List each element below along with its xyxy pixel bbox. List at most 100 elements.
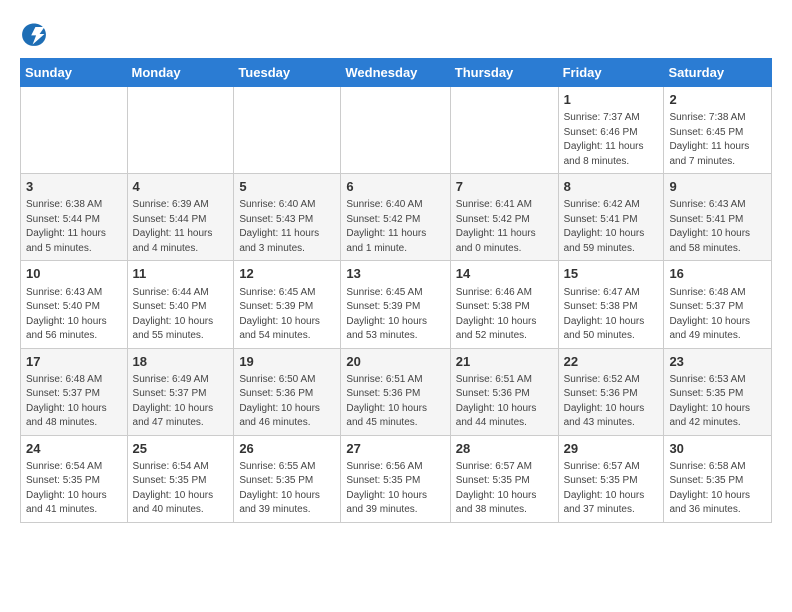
day-info: Sunrise: 6:44 AM Sunset: 5:40 PM Dayligh…	[133, 286, 229, 344]
calendar-cell	[341, 87, 450, 174]
calendar-cell: 24Sunrise: 6:54 AM Sunset: 5:35 PM Dayli…	[21, 435, 128, 522]
day-info: Sunrise: 6:46 AM Sunset: 5:38 PM Dayligh…	[456, 286, 553, 344]
day-info: Sunrise: 6:58 AM Sunset: 5:35 PM Dayligh…	[669, 460, 766, 518]
calendar-cell: 1 Sunrise: 7:37 AM Sunset: 6:46 PM Daylig…	[558, 87, 664, 174]
day-info: Sunrise: 6:53 AM Sunset: 5:35 PM Dayligh…	[669, 373, 766, 431]
day-info: Sunrise: 7:37 AM Sunset: 6:46 PM Dayligh…	[564, 111, 659, 169]
day-number: 2	[669, 91, 766, 109]
day-info: Sunrise: 6:56 AM Sunset: 5:35 PM Dayligh…	[346, 460, 444, 518]
logo	[20, 20, 54, 48]
weekday-header-monday: Monday	[127, 59, 234, 87]
day-info: Sunrise: 6:48 AM Sunset: 5:37 PM Dayligh…	[669, 286, 766, 344]
day-info: Sunrise: 6:57 AM Sunset: 5:35 PM Dayligh…	[456, 460, 553, 518]
weekday-header-saturday: Saturday	[664, 59, 772, 87]
calendar-cell: 6 Sunrise: 6:40 AM Sunset: 5:42 PM Daylig…	[341, 174, 450, 261]
day-number: 8	[564, 178, 659, 196]
calendar-cell: 19Sunrise: 6:50 AM Sunset: 5:36 PM Dayli…	[234, 348, 341, 435]
day-number: 11	[133, 265, 229, 283]
calendar-cell: 11 Sunrise: 6:44 AM Sunset: 5:40 PM Dayli…	[127, 261, 234, 348]
day-number: 27	[346, 440, 444, 458]
day-number: 16	[669, 265, 766, 283]
calendar-cell: 16 Sunrise: 6:48 AM Sunset: 5:37 PM Dayli…	[664, 261, 772, 348]
calendar-cell: 26 Sunrise: 6:55 AM Sunset: 5:35 PM Dayli…	[234, 435, 341, 522]
day-info: Sunrise: 6:45 AM Sunset: 5:39 PM Dayligh…	[239, 286, 335, 344]
calendar-cell: 12 Sunrise: 6:45 AM Sunset: 5:39 PM Dayli…	[234, 261, 341, 348]
day-number: 3	[26, 178, 122, 196]
day-info: Sunrise: 6:39 AM Sunset: 5:44 PM Dayligh…	[133, 198, 229, 256]
calendar-cell: 22 Sunrise: 6:52 AM Sunset: 5:36 PM Dayli…	[558, 348, 664, 435]
day-number: 10	[26, 265, 122, 283]
weekday-header-tuesday: Tuesday	[234, 59, 341, 87]
weekday-header-wednesday: Wednesday	[341, 59, 450, 87]
day-info: Sunrise: 6:54 AM Sunset: 5:35 PM Dayligh…	[133, 460, 229, 518]
day-number: 7	[456, 178, 553, 196]
weekday-header-row: SundayMondayTuesdayWednesdayThursdayFrid…	[21, 59, 772, 87]
day-info: Sunrise: 6:51 AM Sunset: 5:36 PM Dayligh…	[456, 373, 553, 431]
day-number: 18	[133, 353, 229, 371]
calendar-cell	[21, 87, 128, 174]
calendar-cell: 25 Sunrise: 6:54 AM Sunset: 5:35 PM Dayli…	[127, 435, 234, 522]
calendar-cell: 13 Sunrise: 6:45 AM Sunset: 5:39 PM Dayli…	[341, 261, 450, 348]
day-number: 6	[346, 178, 444, 196]
calendar-week-4: 17 Sunrise: 6:48 AM Sunset: 5:37 PM Dayli…	[21, 348, 772, 435]
day-info: Sunrise: 6:41 AM Sunset: 5:42 PM Dayligh…	[456, 198, 553, 256]
day-number: 17	[26, 353, 122, 371]
day-info: Sunrise: 6:51 AM Sunset: 5:36 PM Dayligh…	[346, 373, 444, 431]
day-number: 22	[564, 353, 659, 371]
day-number: 13	[346, 265, 444, 283]
day-info: Sunrise: 6:49 AM Sunset: 5:37 PM Dayligh…	[133, 373, 229, 431]
calendar-cell: 18 Sunrise: 6:49 AM Sunset: 5:37 PM Dayli…	[127, 348, 234, 435]
day-number: 29	[564, 440, 659, 458]
weekday-header-friday: Friday	[558, 59, 664, 87]
calendar-cell: 2 Sunrise: 7:38 AM Sunset: 6:45 PM Daylig…	[664, 87, 772, 174]
calendar-cell: 14Sunrise: 6:46 AM Sunset: 5:38 PM Dayli…	[450, 261, 558, 348]
calendar-cell: 10 Sunrise: 6:43 AM Sunset: 5:40 PM Dayli…	[21, 261, 128, 348]
day-number: 1	[564, 91, 659, 109]
day-number: 12	[239, 265, 335, 283]
weekday-header-sunday: Sunday	[21, 59, 128, 87]
calendar-cell: 29 Sunrise: 6:57 AM Sunset: 5:35 PM Dayli…	[558, 435, 664, 522]
calendar-cell: 7 Sunrise: 6:41 AM Sunset: 5:42 PM Daylig…	[450, 174, 558, 261]
calendar-week-3: 10 Sunrise: 6:43 AM Sunset: 5:40 PM Dayli…	[21, 261, 772, 348]
day-info: Sunrise: 6:43 AM Sunset: 5:40 PM Dayligh…	[26, 286, 122, 344]
calendar-cell: 3 Sunrise: 6:38 AM Sunset: 5:44 PM Daylig…	[21, 174, 128, 261]
calendar-cell	[127, 87, 234, 174]
calendar-table: SundayMondayTuesdayWednesdayThursdayFrid…	[20, 58, 772, 523]
day-number: 19	[239, 353, 335, 371]
day-info: Sunrise: 6:48 AM Sunset: 5:37 PM Dayligh…	[26, 373, 122, 431]
calendar-cell: 27 Sunrise: 6:56 AM Sunset: 5:35 PM Dayli…	[341, 435, 450, 522]
day-info: Sunrise: 6:43 AM Sunset: 5:41 PM Dayligh…	[669, 198, 766, 256]
day-info: Sunrise: 6:54 AM Sunset: 5:35 PM Dayligh…	[26, 460, 122, 518]
day-info: Sunrise: 6:52 AM Sunset: 5:36 PM Dayligh…	[564, 373, 659, 431]
day-info: Sunrise: 6:42 AM Sunset: 5:41 PM Dayligh…	[564, 198, 659, 256]
day-number: 30	[669, 440, 766, 458]
calendar-week-2: 3 Sunrise: 6:38 AM Sunset: 5:44 PM Daylig…	[21, 174, 772, 261]
logo-icon	[20, 20, 48, 48]
day-number: 9	[669, 178, 766, 196]
day-number: 26	[239, 440, 335, 458]
calendar-cell: 9 Sunrise: 6:43 AM Sunset: 5:41 PM Daylig…	[664, 174, 772, 261]
day-info: Sunrise: 6:40 AM Sunset: 5:42 PM Dayligh…	[346, 198, 444, 256]
calendar-cell: 15Sunrise: 6:47 AM Sunset: 5:38 PM Dayli…	[558, 261, 664, 348]
day-info: Sunrise: 6:57 AM Sunset: 5:35 PM Dayligh…	[564, 460, 659, 518]
page-header	[20, 20, 772, 48]
calendar-week-5: 24Sunrise: 6:54 AM Sunset: 5:35 PM Dayli…	[21, 435, 772, 522]
day-number: 4	[133, 178, 229, 196]
day-info: Sunrise: 6:45 AM Sunset: 5:39 PM Dayligh…	[346, 286, 444, 344]
calendar-cell	[450, 87, 558, 174]
day-number: 21	[456, 353, 553, 371]
calendar-week-1: 1 Sunrise: 7:37 AM Sunset: 6:46 PM Daylig…	[21, 87, 772, 174]
calendar-cell	[234, 87, 341, 174]
day-info: Sunrise: 6:55 AM Sunset: 5:35 PM Dayligh…	[239, 460, 335, 518]
calendar-cell: 30 Sunrise: 6:58 AM Sunset: 5:35 PM Dayli…	[664, 435, 772, 522]
calendar-cell: 4 Sunrise: 6:39 AM Sunset: 5:44 PM Daylig…	[127, 174, 234, 261]
day-info: Sunrise: 7:38 AM Sunset: 6:45 PM Dayligh…	[669, 111, 766, 169]
day-number: 25	[133, 440, 229, 458]
day-number: 20	[346, 353, 444, 371]
calendar-header: SundayMondayTuesdayWednesdayThursdayFrid…	[21, 59, 772, 87]
weekday-header-thursday: Thursday	[450, 59, 558, 87]
day-info: Sunrise: 6:38 AM Sunset: 5:44 PM Dayligh…	[26, 198, 122, 256]
calendar-cell: 28Sunrise: 6:57 AM Sunset: 5:35 PM Dayli…	[450, 435, 558, 522]
day-info: Sunrise: 6:47 AM Sunset: 5:38 PM Dayligh…	[564, 286, 659, 344]
calendar-cell: 8 Sunrise: 6:42 AM Sunset: 5:41 PM Daylig…	[558, 174, 664, 261]
